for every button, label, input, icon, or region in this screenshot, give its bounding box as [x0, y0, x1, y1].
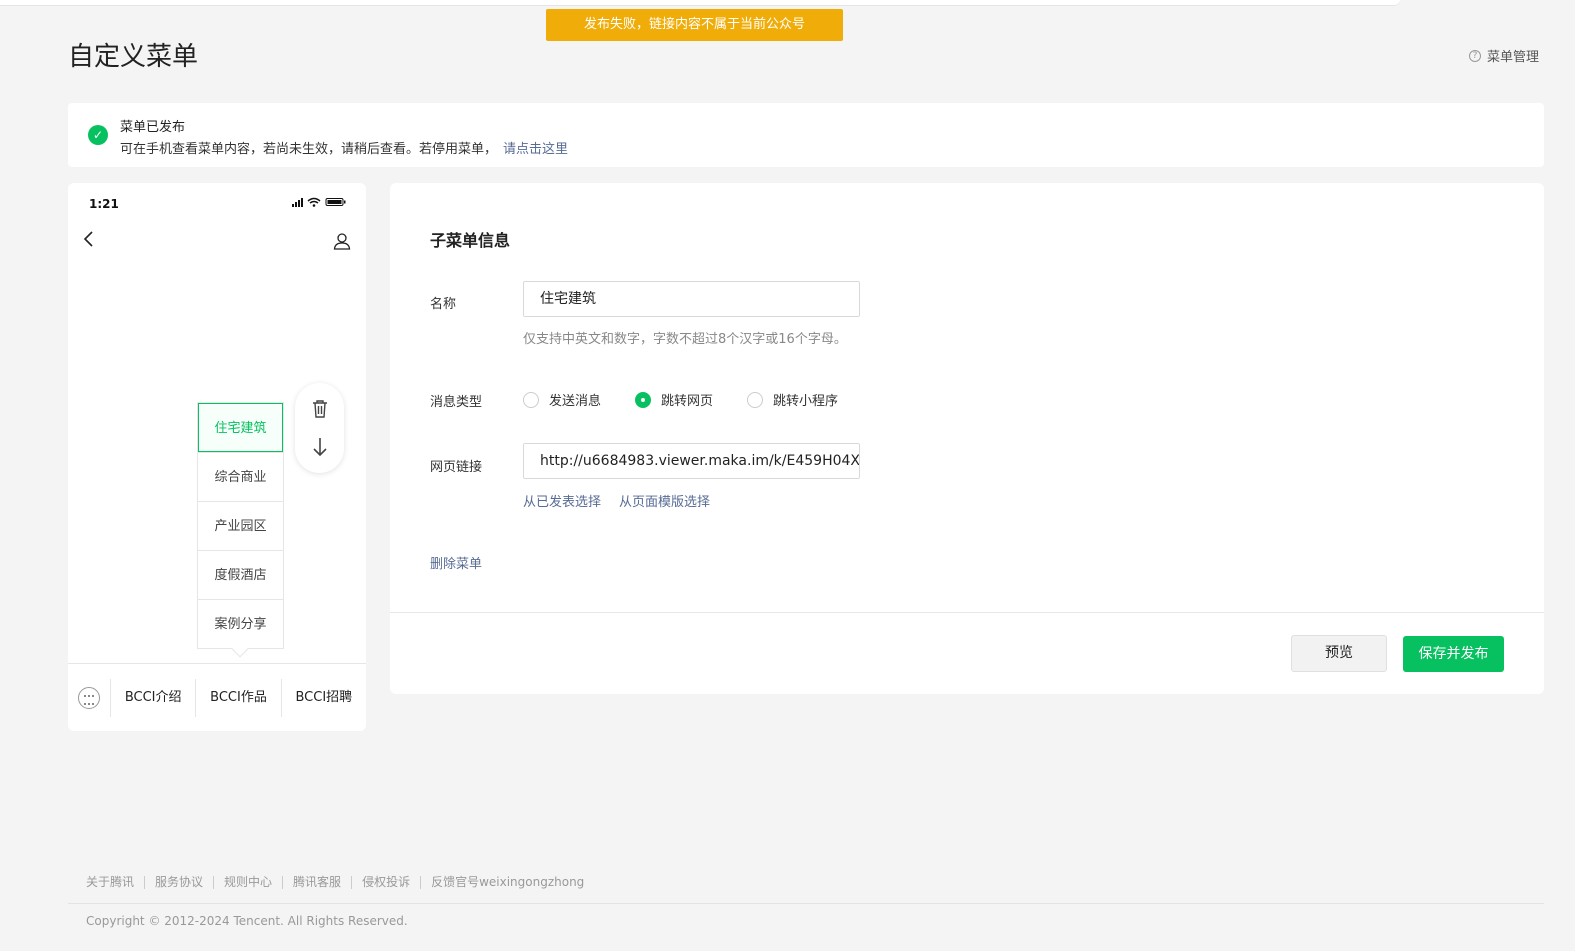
- menu-management-link[interactable]: ? 菜单管理: [1468, 46, 1539, 65]
- submenu-item-2[interactable]: 产业园区: [198, 501, 283, 550]
- top-bar: [0, 0, 1400, 6]
- name-label: 名称: [430, 297, 457, 312]
- radio-circle: [523, 391, 539, 408]
- keyboard-icon: [78, 686, 100, 709]
- name-input[interactable]: 住宅建筑: [523, 281, 860, 317]
- radio-jump-miniprogram[interactable]: 跳转小程序: [747, 390, 838, 409]
- trash-icon[interactable]: [311, 399, 329, 419]
- phone-menu-bar: BCCI介绍 BCCI作品 BCCI招聘: [68, 663, 366, 731]
- arrow-down-icon[interactable]: [312, 437, 328, 457]
- radio-circle-checked: [635, 391, 652, 408]
- submenu-action-pill: [295, 383, 344, 473]
- status-time: 1:21: [89, 197, 119, 211]
- notice-text: 可在手机查看菜单内容，若尚未生效，请稍后查看。若停用菜单，: [120, 142, 498, 157]
- footer-divider: [68, 903, 1544, 904]
- radio-label: 跳转网页: [661, 394, 714, 409]
- notice-title: 菜单已发布: [120, 120, 186, 135]
- footer-link-agreement[interactable]: 服务协议: [144, 876, 213, 889]
- menubar-item-2[interactable]: BCCI招聘: [280, 678, 366, 717]
- submenu-item-1[interactable]: 综合商业: [198, 452, 283, 501]
- name-hint: 仅支持中英文和数字，字数不超过8个汉字或16个字母。: [523, 332, 847, 347]
- publish-notice: ✓ 菜单已发布 可在手机查看菜单内容，若尚未生效，请稍后查看。若停用菜单， 请点击…: [68, 103, 1544, 167]
- footer-links: 关于腾讯 服务协议 规则中心 腾讯客服 侵权投诉 反馈官号weixingongz…: [86, 876, 594, 889]
- editor-divider: [390, 612, 1544, 613]
- editor-title: 子菜单信息: [430, 231, 511, 250]
- radio-circle: [747, 391, 764, 408]
- menubar-item-0[interactable]: BCCI介绍: [110, 678, 195, 717]
- submenu-editor-panel: 子菜单信息 名称 住宅建筑 仅支持中英文和数字，字数不超过8个汉字或16个字母。…: [390, 183, 1544, 694]
- status-icons: [292, 197, 348, 210]
- submenu-item-3[interactable]: 度假酒店: [198, 550, 283, 599]
- radio-label: 跳转小程序: [773, 394, 839, 409]
- check-circle-icon: ✓: [88, 125, 108, 145]
- menu-management-label: 菜单管理: [1486, 50, 1539, 65]
- notice-description: 可在手机查看菜单内容，若尚未生效，请稍后查看。若停用菜单， 请点击这里: [120, 138, 568, 157]
- keyboard-toggle[interactable]: [68, 664, 110, 732]
- footer-link-about[interactable]: 关于腾讯: [86, 876, 144, 889]
- radio-label: 发送消息: [549, 394, 602, 409]
- submenu-list: 住宅建筑 综合商业 产业园区 度假酒店 案例分享: [197, 402, 284, 658]
- back-chevron-icon[interactable]: [82, 230, 96, 248]
- url-input[interactable]: http://u6684983.viewer.maka.im/k/E459H04…: [523, 443, 860, 479]
- url-label: 网页链接: [430, 460, 483, 475]
- error-toast: 发布失败，链接内容不属于当前公众号: [546, 9, 843, 41]
- type-label: 消息类型: [430, 395, 483, 410]
- page-title: 自定义菜单: [68, 42, 199, 72]
- delete-menu-link[interactable]: 删除菜单: [430, 553, 482, 572]
- help-icon: ?: [1468, 49, 1481, 62]
- url-select-links: 从已发表选择 从页面模版选择: [523, 491, 710, 510]
- phone-preview: 1:21 住宅建筑 综合商业 产业园区 度假酒店 案例分享 BCCI介绍 BCC…: [68, 183, 366, 731]
- footer-link-rules[interactable]: 规则中心: [213, 876, 282, 889]
- signal-wifi-battery-icon: [292, 197, 346, 207]
- radio-jump-webpage[interactable]: 跳转网页: [635, 390, 713, 409]
- footer-link-infringement[interactable]: 侵权投诉: [351, 876, 420, 889]
- submenu-item-0[interactable]: 住宅建筑: [198, 403, 283, 452]
- menubar-item-1[interactable]: BCCI作品: [195, 678, 280, 717]
- footer-link-feedback[interactable]: 反馈官号weixingongzhong: [420, 876, 594, 889]
- radio-send-message[interactable]: 发送消息: [523, 390, 601, 409]
- save-publish-button[interactable]: 保存并发布: [1403, 636, 1504, 672]
- preview-button[interactable]: 预览: [1291, 635, 1387, 672]
- user-icon[interactable]: [333, 232, 351, 250]
- disable-menu-link[interactable]: 请点击这里: [503, 142, 568, 157]
- copyright: Copyright © 2012-2024 Tencent. All Right…: [86, 914, 408, 928]
- message-type-radio-group: 发送消息 跳转网页 跳转小程序: [523, 390, 838, 409]
- select-template-link[interactable]: 从页面模版选择: [619, 491, 710, 510]
- select-published-link[interactable]: 从已发表选择: [523, 491, 601, 510]
- footer-link-service[interactable]: 腾讯客服: [282, 876, 351, 889]
